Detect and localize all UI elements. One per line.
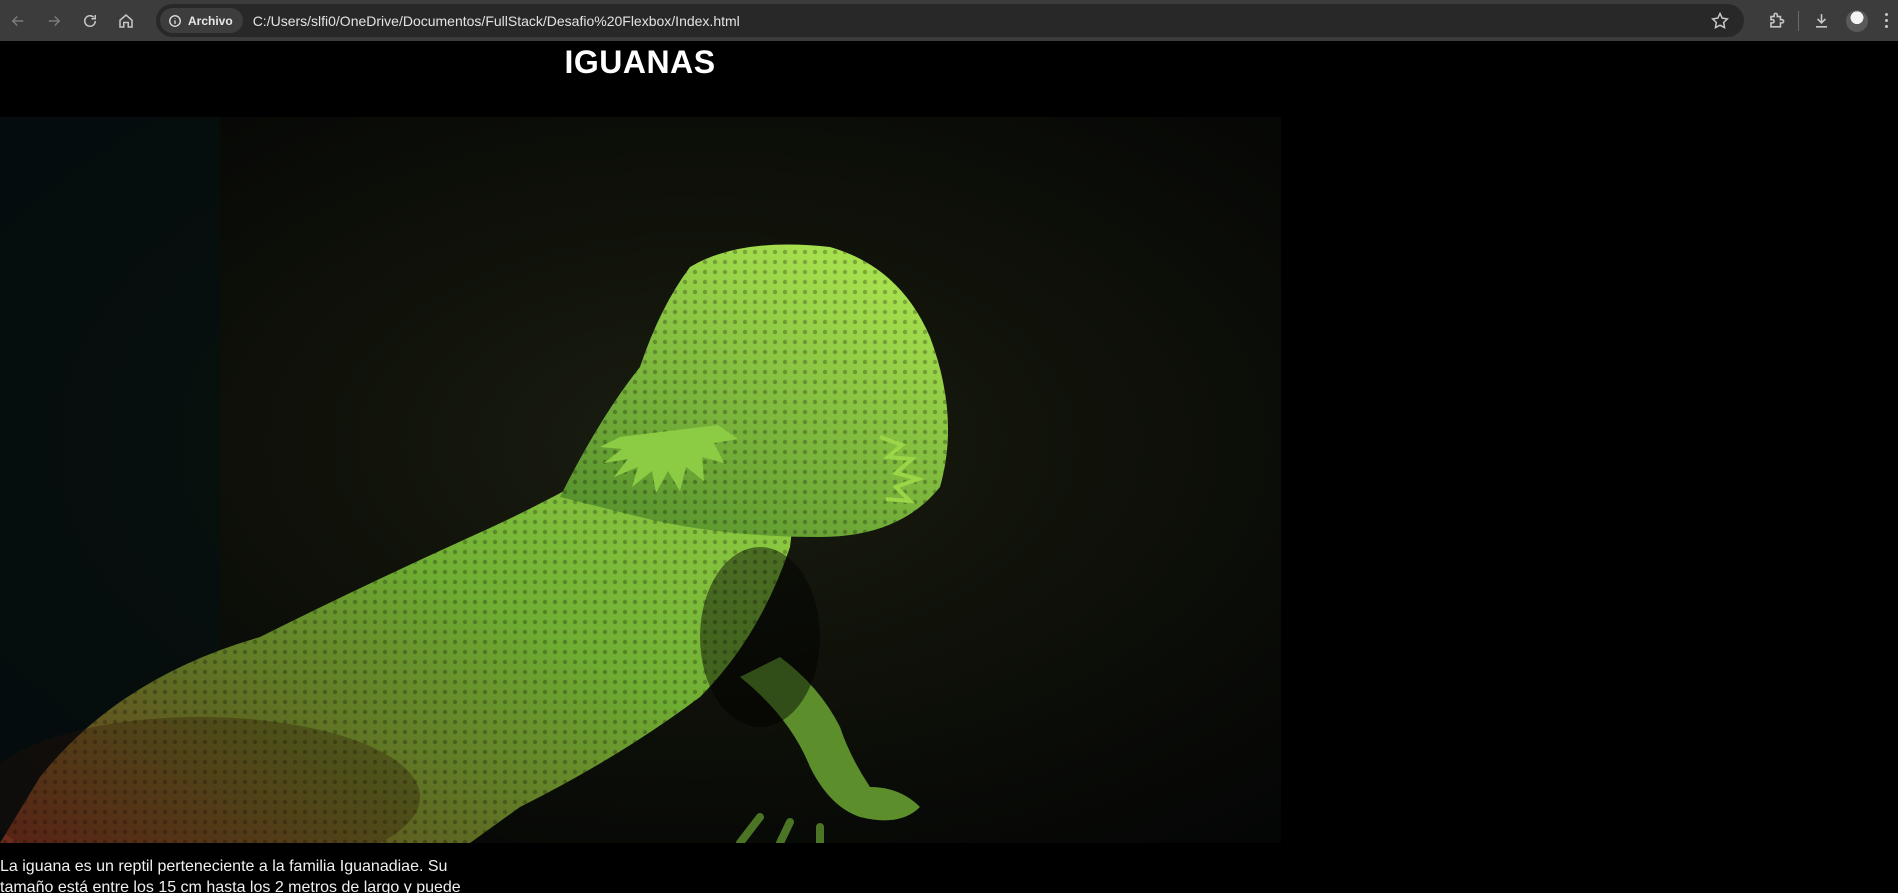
star-icon[interactable]	[1710, 11, 1730, 31]
home-button[interactable]	[108, 0, 144, 41]
reload-button[interactable]	[72, 0, 108, 41]
menu-icon[interactable]	[1881, 13, 1891, 28]
iguana-illustration	[0, 117, 1281, 843]
avatar	[1846, 9, 1868, 32]
site-info-label: Archivo	[188, 13, 233, 28]
extensions-button[interactable]	[1758, 0, 1794, 41]
reload-icon	[84, 14, 96, 27]
page-title: IGUANAS	[564, 44, 716, 80]
home-icon	[119, 13, 133, 28]
profile-button[interactable]	[1839, 0, 1875, 41]
info-icon	[169, 14, 181, 27]
toolbar-actions	[1758, 0, 1891, 41]
back-icon	[11, 15, 24, 26]
browser-toolbar: Archivo C:/Users/slfi0/OneDrive/Document…	[0, 0, 1898, 41]
download-icon	[1815, 14, 1827, 28]
toolbar-divider	[1798, 10, 1799, 31]
iguana-image	[0, 117, 1281, 843]
extensions-icon	[1769, 12, 1784, 28]
url-text[interactable]: C:/Users/slfi0/OneDrive/Documentos/FullS…	[253, 13, 740, 29]
forward-button[interactable]	[36, 0, 72, 41]
address-bar[interactable]: Archivo C:/Users/slfi0/OneDrive/Document…	[156, 4, 1744, 37]
description-text: La iguana es un reptil perteneciente a l…	[0, 858, 461, 893]
site-info-chip[interactable]: Archivo	[160, 8, 243, 33]
back-button[interactable]	[0, 0, 36, 41]
downloads-button[interactable]	[1803, 0, 1839, 41]
forward-icon	[48, 15, 61, 26]
